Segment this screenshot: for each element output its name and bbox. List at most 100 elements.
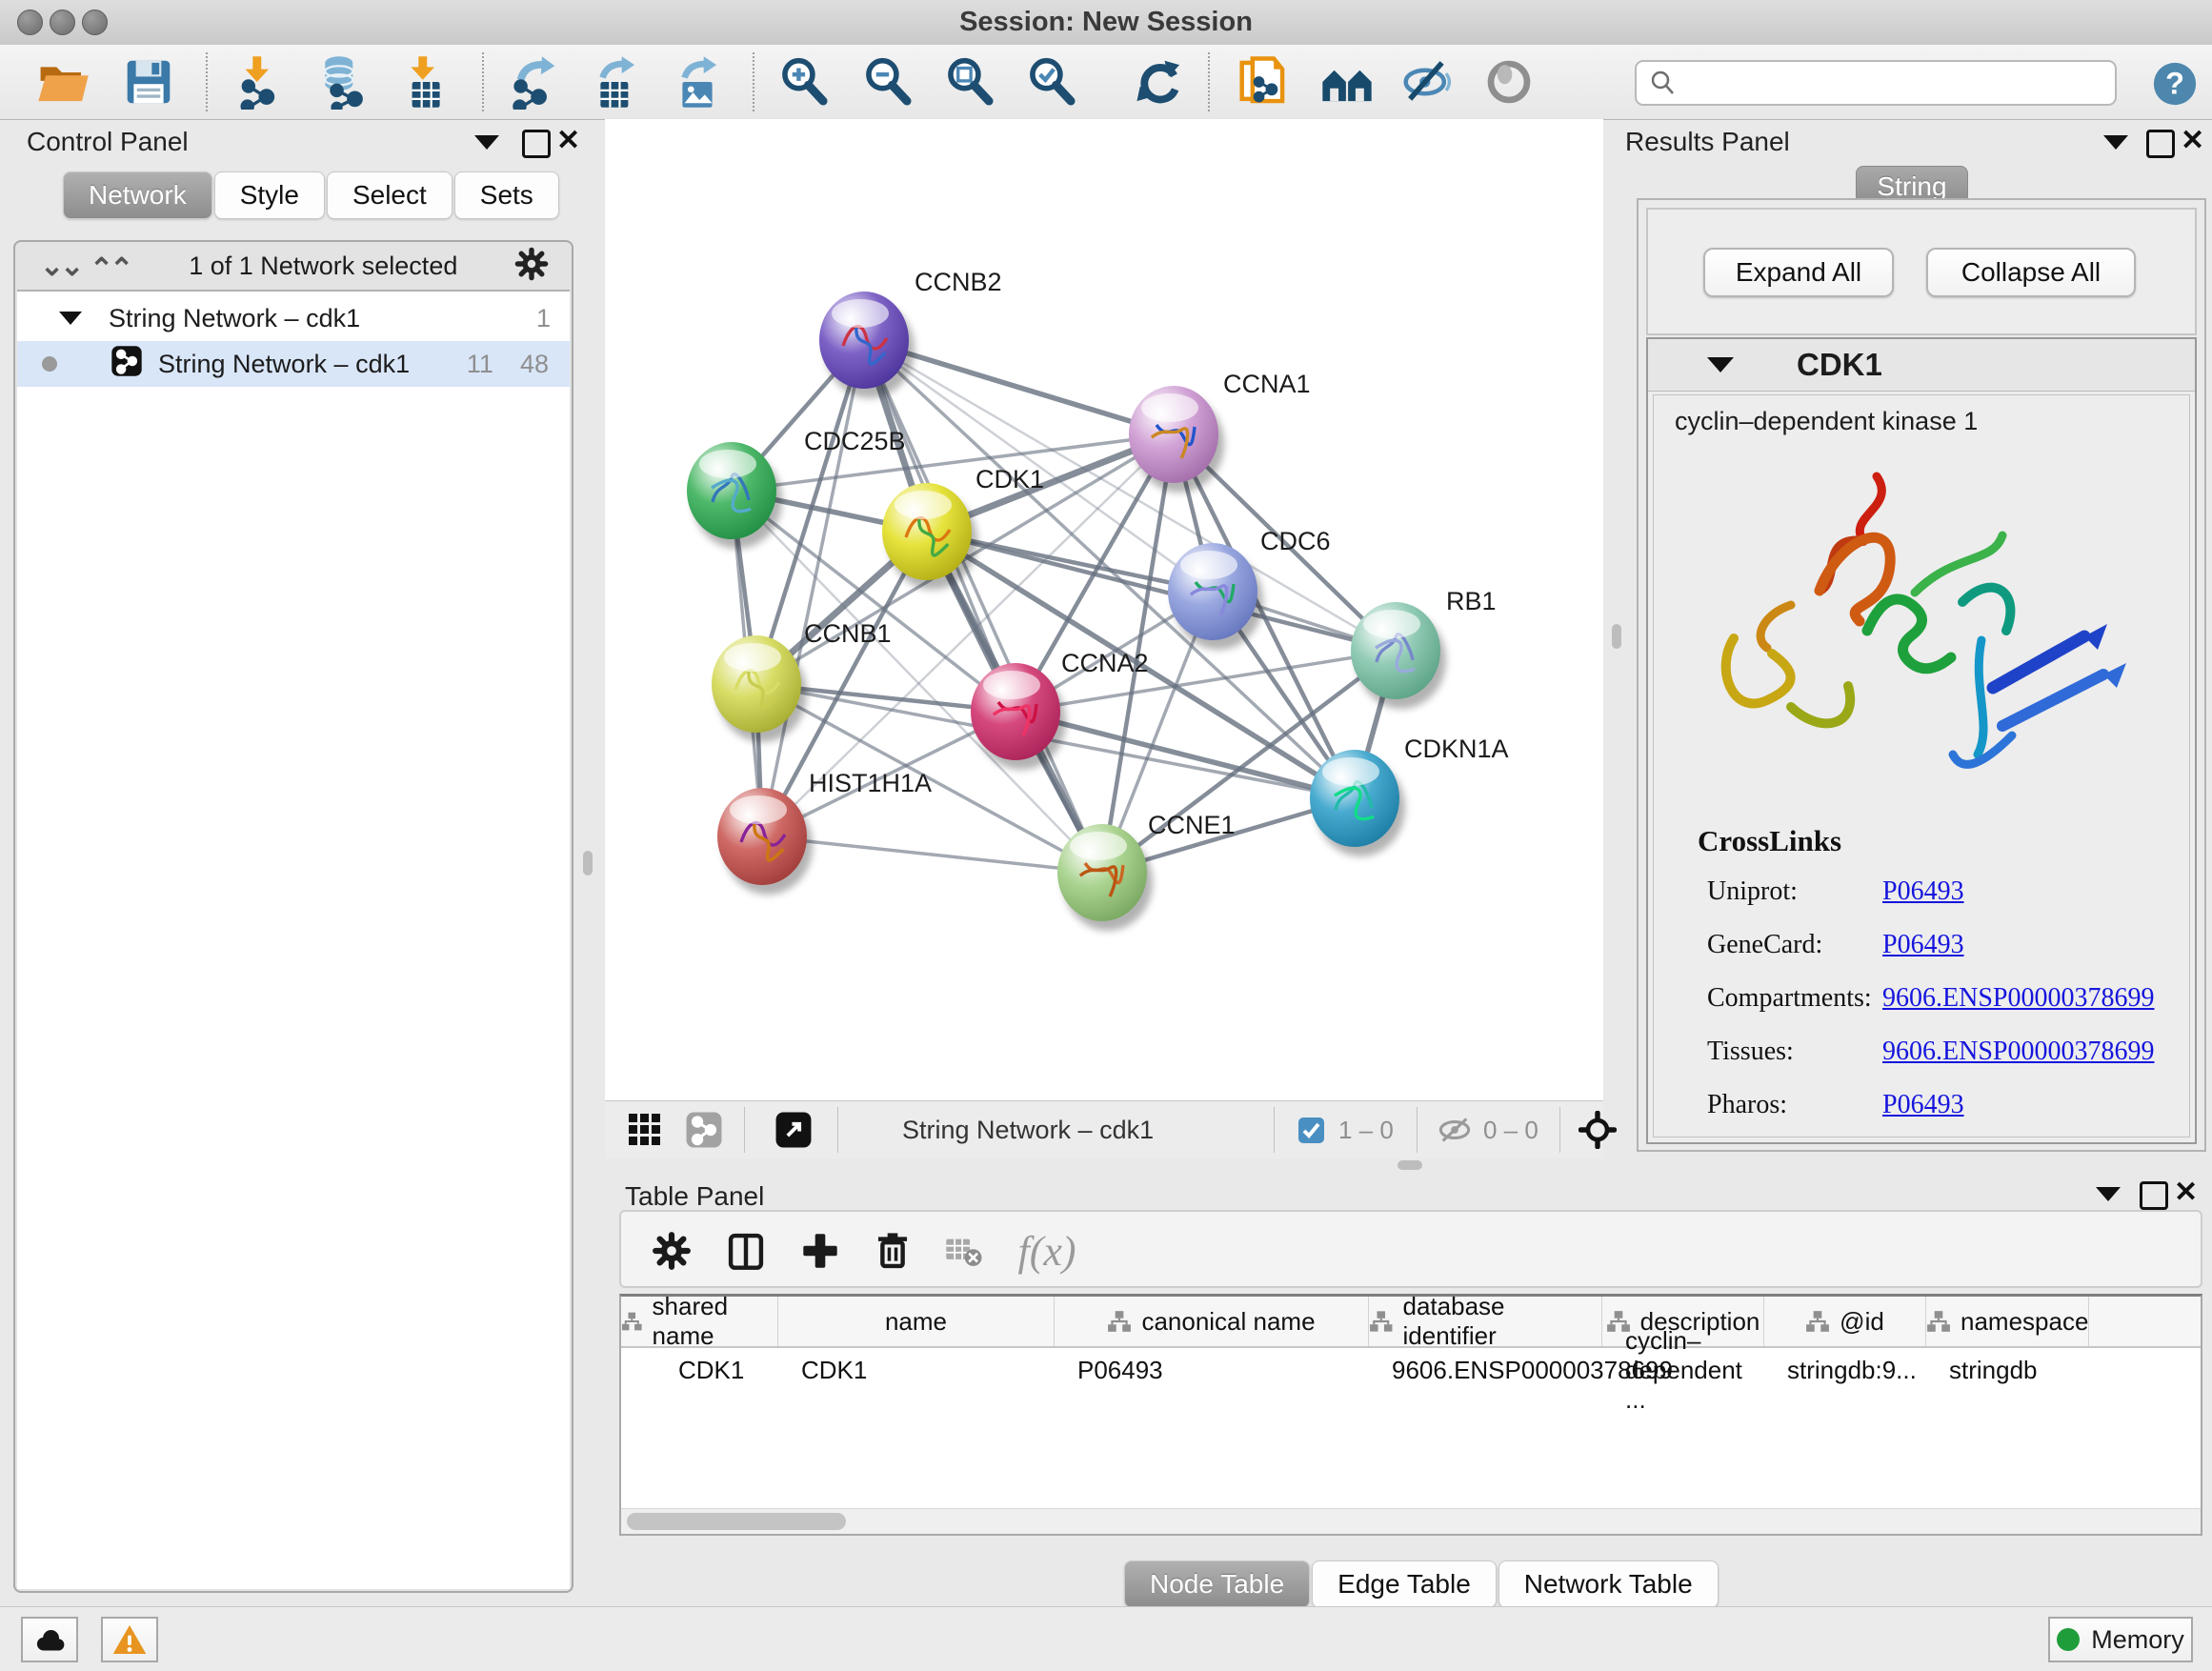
open-session-icon[interactable] xyxy=(29,51,97,112)
left-splitter-handle[interactable] xyxy=(583,851,593,876)
scrollbar-thumb[interactable] xyxy=(627,1513,846,1530)
section-collapse-icon[interactable] xyxy=(1707,357,1734,372)
cloud-button[interactable] xyxy=(21,1617,78,1662)
network-collection-row[interactable]: String Network – cdk1 1 xyxy=(17,295,570,341)
control-panel-tab[interactable]: Network xyxy=(63,171,212,219)
network-row-label: String Network – cdk1 xyxy=(158,350,410,379)
expand-all-button[interactable]: Expand All xyxy=(1703,248,1894,297)
export-table-icon[interactable] xyxy=(581,51,650,112)
collapse-all-networks-icon[interactable]: ⌄⌄ xyxy=(40,250,80,283)
show-columns-icon[interactable] xyxy=(720,1225,772,1277)
table-column-header[interactable]: shared name xyxy=(621,1297,778,1346)
application-window: Session: New Session xyxy=(0,0,2212,1671)
crosslink-link[interactable]: P06493 xyxy=(1882,930,1964,960)
table-column-header[interactable]: @id xyxy=(1764,1297,1926,1346)
delete-table-icon[interactable] xyxy=(937,1225,989,1277)
crosslink-link[interactable]: P06493 xyxy=(1882,1090,1964,1120)
zoom-in-icon[interactable] xyxy=(770,51,838,112)
control-panel-float-icon[interactable] xyxy=(522,130,551,158)
right-splitter-handle[interactable] xyxy=(1612,624,1621,649)
toolbar-divider xyxy=(744,1107,745,1153)
first-neighbors-icon[interactable] xyxy=(1313,51,1381,112)
network-node-rb1[interactable]: RB1 xyxy=(1351,587,1497,709)
export-image-icon[interactable] xyxy=(663,51,732,112)
table-column-header[interactable]: canonical name xyxy=(1055,1297,1369,1346)
table-column-header[interactable]: database identifier xyxy=(1369,1297,1602,1346)
table-cell[interactable]: CDK1 xyxy=(621,1348,778,1392)
crosslink-label: Compartments: xyxy=(1707,983,1872,1014)
bottom-splitter-handle[interactable] xyxy=(1398,1160,1422,1170)
network-canvas[interactable]: CCNB2CCNA1CDC25BCDK1CDC6RB1CCNB1CCNA2CDK… xyxy=(605,119,1603,1100)
selected-nodes-checkbox[interactable] xyxy=(1298,1117,1324,1143)
table-cell[interactable]: P06493 xyxy=(1055,1348,1369,1392)
results-panel-float-icon[interactable] xyxy=(2146,130,2175,158)
table-cell[interactable]: stringdb:9... xyxy=(1764,1348,1926,1392)
function-builder-icon[interactable]: f(x) xyxy=(1004,1225,1090,1277)
zoom-selected-icon[interactable] xyxy=(1017,51,1086,112)
network-node-ccna1[interactable]: CCNA1 xyxy=(1129,370,1311,493)
protein-section-header[interactable]: CDK1 xyxy=(1648,339,2195,392)
table-cell[interactable]: stringdb xyxy=(1926,1348,2038,1392)
table-cell[interactable]: CDK1 xyxy=(778,1348,1055,1392)
pan-crosshair-icon[interactable] xyxy=(1579,1111,1617,1154)
toolbar-divider xyxy=(837,1107,838,1153)
import-table-icon[interactable] xyxy=(391,51,459,112)
birdseye-view-icon[interactable] xyxy=(774,1111,813,1154)
network-node-cdkn1a[interactable]: CDKN1A xyxy=(1310,735,1509,856)
results-panel-close-icon[interactable]: ✕ xyxy=(2181,130,2204,152)
collapse-all-button[interactable]: Collapse All xyxy=(1926,248,2136,297)
table-horizontal-scrollbar[interactable] xyxy=(621,1508,2201,1534)
control-panel-menu-icon[interactable] xyxy=(474,135,499,150)
search-icon xyxy=(1648,69,1677,97)
table-column-header[interactable]: namespace xyxy=(1926,1297,2089,1346)
crosslink-link[interactable]: 9606.ENSP00000378699 xyxy=(1882,983,2154,1014)
control-panel-close-icon[interactable]: ✕ xyxy=(556,130,580,152)
control-panel-tab[interactable]: Sets xyxy=(454,171,559,219)
export-network-icon[interactable] xyxy=(499,51,568,112)
crosslink-link[interactable]: 9606.ENSP00000378699 xyxy=(1882,1037,2154,1067)
table-tab[interactable]: Node Table xyxy=(1124,1560,1310,1608)
crosslink-link[interactable]: P06493 xyxy=(1882,876,1964,907)
memory-button[interactable]: Memory xyxy=(2048,1617,2193,1662)
import-network-database-icon[interactable] xyxy=(307,51,375,112)
table-panel-close-icon[interactable]: ✕ xyxy=(2174,1181,2198,1204)
show-all-icon[interactable] xyxy=(1475,51,1543,112)
delete-column-icon[interactable] xyxy=(867,1225,918,1277)
grid-view-icon[interactable] xyxy=(628,1113,662,1152)
network-node-hist1h1a[interactable]: HIST1H1A xyxy=(717,769,932,895)
table-row[interactable]: CDK1CDK1P064939606.ENSP00000378699cyclin… xyxy=(621,1348,2201,1392)
control-panel-tab[interactable]: Style xyxy=(214,171,325,219)
network-node-cdc6[interactable]: CDC6 xyxy=(1168,527,1331,650)
crosslink-row: Tissues: 9606.ENSP00000378699 xyxy=(1654,1037,2189,1090)
table-cell[interactable]: 9606.ENSP00000378699 xyxy=(1369,1348,1602,1392)
save-session-icon[interactable] xyxy=(114,51,183,112)
hide-selection-icon[interactable] xyxy=(1393,51,1461,112)
network-node-cdc25b[interactable]: CDC25B xyxy=(687,427,906,549)
table-settings-gear-icon[interactable] xyxy=(646,1225,697,1277)
import-network-file-icon[interactable] xyxy=(225,51,293,112)
network-options-gear-icon[interactable] xyxy=(513,245,551,288)
network-share-icon[interactable] xyxy=(685,1111,723,1154)
search-input[interactable] xyxy=(1677,68,2115,99)
table-tab[interactable]: Edge Table xyxy=(1312,1560,1497,1608)
table-panel-float-icon[interactable] xyxy=(2140,1181,2168,1210)
zoom-out-icon[interactable] xyxy=(854,51,922,112)
help-icon[interactable]: ? xyxy=(2151,60,2199,112)
add-column-icon[interactable] xyxy=(794,1225,846,1277)
table-column-header[interactable]: name xyxy=(778,1297,1055,1346)
control-panel-tab[interactable]: Select xyxy=(327,171,452,219)
tree-expand-icon[interactable] xyxy=(59,312,82,325)
table-cell[interactable]: cyclin–dependent ... xyxy=(1602,1348,1764,1392)
table-panel-menu-icon[interactable] xyxy=(2096,1187,2121,1201)
table-tab[interactable]: Network Table xyxy=(1498,1560,1719,1608)
network-graph[interactable]: CCNB2CCNA1CDC25BCDK1CDC6RB1CCNB1CCNA2CDK… xyxy=(605,119,1603,1100)
new-network-from-selection-icon[interactable] xyxy=(1229,51,1297,112)
expand-all-networks-icon[interactable]: ⌄⌄ xyxy=(93,250,133,283)
warning-button[interactable] xyxy=(101,1617,158,1662)
zoom-fit-icon[interactable] xyxy=(935,51,1004,112)
refresh-icon[interactable] xyxy=(1126,51,1195,112)
network-node-ccnb2[interactable]: CCNB2 xyxy=(819,268,1002,398)
network-node-ccne1[interactable]: CCNE1 xyxy=(1057,811,1236,931)
results-panel-menu-icon[interactable] xyxy=(2103,135,2128,150)
network-row-selected[interactable]: String Network – cdk1 11 48 xyxy=(17,341,570,387)
